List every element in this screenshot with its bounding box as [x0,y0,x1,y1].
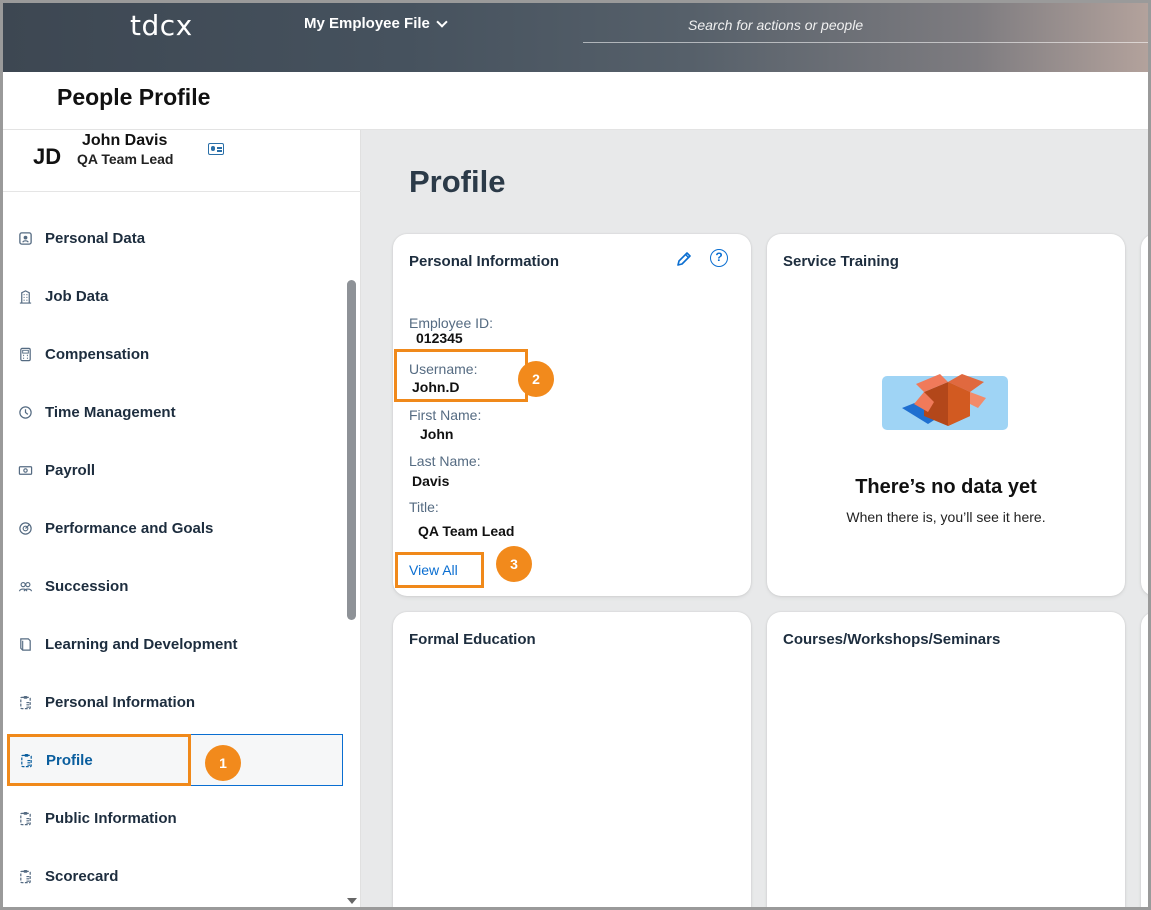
business-card-icon[interactable] [208,143,224,155]
main-content: Profile Personal Information ? Employee … [361,130,1148,907]
title-value: QA Team Lead [418,523,515,539]
group-icon [18,581,33,591]
menu-title-label: My Employee File [304,15,430,32]
title-label: Title: [409,499,439,515]
chevron-down-icon [436,15,448,28]
company-logo[interactable]: tdcx [130,9,193,42]
partial-card [1141,612,1148,907]
sidebar-item-scorecard[interactable]: Scorecard [3,850,348,902]
section-title: Profile [409,164,506,199]
sidebar-item-label: Performance and Goals [45,519,214,537]
contact-icon [19,231,32,245]
personal-information-card: Personal Information ? Employee ID: 0123… [393,234,751,596]
partial-card [1141,234,1148,596]
scroll-down-arrow-icon[interactable] [347,898,357,904]
annotation-highlight-view-all [395,552,484,588]
annotation-badge-3: 3 [496,546,532,582]
sidebar-item-compensation[interactable]: Compensation [3,328,348,380]
clock-icon [19,405,32,419]
sidebar-item-payroll[interactable]: Payroll [3,444,348,496]
sidebar-item-label: Scorecard [45,867,119,885]
search-input[interactable]: Search for actions or people [583,13,1148,43]
sidebar-item-public-information[interactable]: Public Information [3,792,348,844]
search-placeholder: Search for actions or people [688,17,864,33]
avatar: JD [33,144,62,169]
sidebar: JD John Davis QA Team Lead Personal Data… [3,130,361,907]
employee-file-menu[interactable]: My Employee File [304,15,448,32]
app-window: tdcx My Employee File Search for actions… [3,3,1148,907]
help-icon[interactable]: ? [710,249,728,267]
sidebar-item-job-data[interactable]: Job Data [3,270,348,322]
sidebar-item-label: Time Management [45,403,176,421]
card-title: Formal Education [409,631,536,648]
sidebar-item-learning-and-development[interactable]: Learning and Development [3,618,348,670]
annotation-badge-2: 2 [518,361,554,397]
building-icon [19,289,32,304]
sidebar-item-label: Learning and Development [45,635,238,653]
employee-id-label: Employee ID: [409,315,494,331]
formal-education-card: Formal Education [393,612,751,907]
sidebar-item-label: Succession [45,577,129,595]
first-name-value: John [420,426,454,442]
sidebar-item-performance-and-goals[interactable]: Performance and Goals [3,502,348,554]
page-title: People Profile [57,84,211,110]
service-training-card: Service Training There’s no data yet Whe… [767,234,1125,596]
annotation-highlight-username [394,349,528,402]
last-name-value: Davis [412,473,450,489]
annotation-badge-1: 1 [205,745,241,781]
annotation-highlight-profile [7,734,191,786]
user-name: John Davis [82,132,168,149]
empty-state-title: There’s no data yet [855,476,1037,498]
card-title: Personal Information [409,253,560,270]
sidebar-item-label: Personal Information [45,693,196,711]
pencil-edit-icon[interactable] [675,250,693,268]
sidebar-item-label: Personal Data [45,229,146,247]
first-name-label: First Name: [409,407,482,423]
last-name-label: Last Name: [409,453,481,469]
empty-box-illustration [882,374,1008,430]
sidebar-scrollbar[interactable] [347,280,356,620]
sidebar-item-label: Compensation [45,345,150,363]
sidebar-item-succession[interactable]: Succession [3,560,348,612]
card-title: Courses/Workshops/Seminars [783,631,1001,648]
sidebar-item-label: Payroll [45,461,96,479]
employee-id-value: 012345 [416,330,463,346]
user-summary: JD John Davis QA Team Lead [3,130,361,192]
shell-bar: tdcx My Employee File Search for actions… [3,3,1148,72]
card-title: Service Training [783,253,899,270]
target-icon [19,521,32,535]
money-bills-icon [18,465,33,475]
courses-workshops-seminars-card: Courses/Workshops/Seminars [767,612,1125,907]
sidebar-item-label: Job Data [45,287,109,305]
calculator-icon [20,347,31,361]
clipboard-list-icon [20,811,31,825]
sidebar-item-personal-information[interactable]: Personal Information [3,676,348,728]
sidebar-item-time-management[interactable]: Time Management [3,386,348,438]
clipboard-list-icon [20,695,31,709]
user-title: QA Team Lead [77,151,174,167]
page-header: People Profile [3,72,1148,130]
sidebar-item-personal-data[interactable]: Personal Data [3,212,348,264]
clipboard-list-icon [20,869,31,883]
empty-state-subtitle: When there is, you’ll see it here. [846,509,1046,525]
sidebar-item-label: Public Information [45,809,177,827]
book-icon [20,637,31,651]
